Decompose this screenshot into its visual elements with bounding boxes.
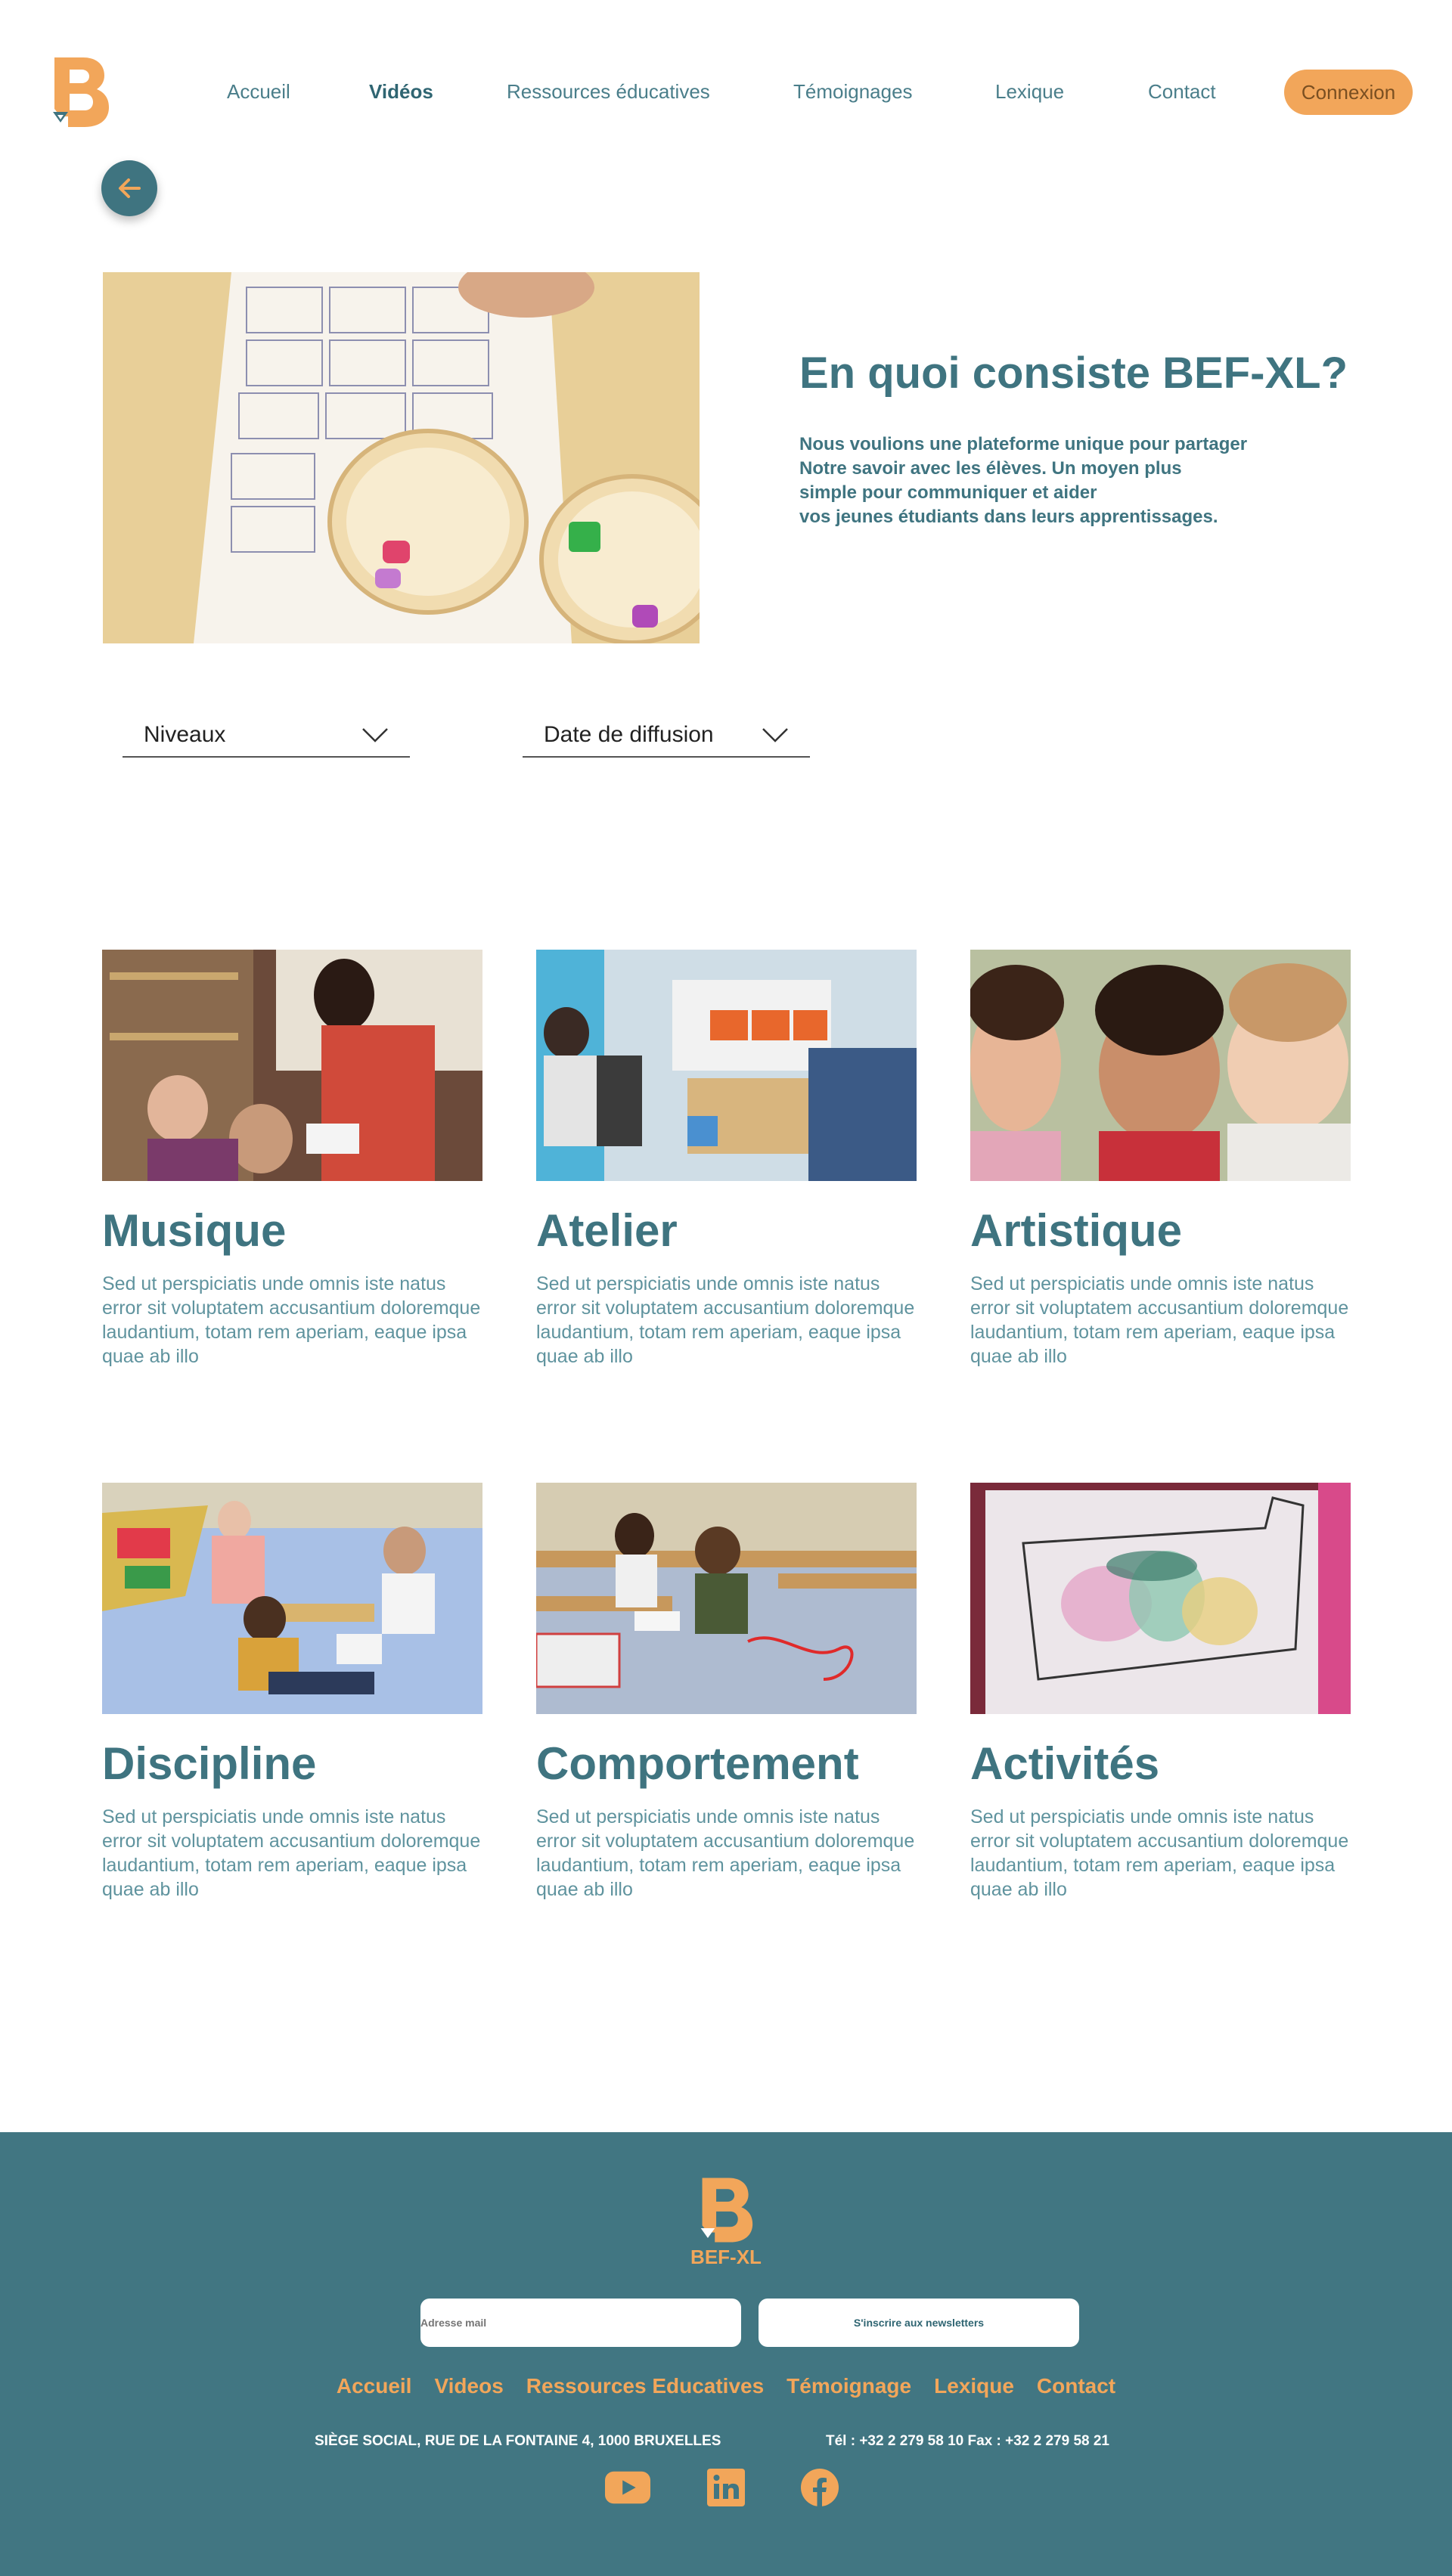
video-card-discipline[interactable]: Discipline Sed ut perspiciatis unde omni… (102, 1483, 482, 1902)
nav-item-ressources[interactable]: Ressources éducatives (507, 80, 710, 104)
linkedin-icon[interactable] (703, 2465, 749, 2510)
card-description: Sed ut perspiciatis unde omnis iste natu… (102, 1273, 481, 1367)
card-image[interactable] (102, 950, 482, 1181)
nav-item-temoignages[interactable]: Témoignages (793, 80, 913, 104)
footer-logo[interactable] (698, 2176, 754, 2244)
hero-title: En quoi consiste BEF-XL? (799, 349, 1348, 398)
video-card-activites[interactable]: Activités Sed ut perspiciatis unde omnis… (970, 1483, 1351, 1902)
video-card-atelier[interactable]: Atelier Sed ut perspiciatis unde omnis i… (536, 950, 917, 1369)
youtube-icon[interactable] (605, 2465, 650, 2510)
card-title[interactable]: Artistique (970, 1204, 1351, 1258)
footer-phone: Tél : +32 2 279 58 10 Fax : +32 2 279 58… (826, 2433, 1109, 2449)
card-image[interactable] (970, 1483, 1351, 1714)
newsletter-email-field[interactable] (420, 2299, 741, 2347)
chevron-down-icon (762, 728, 788, 742)
footer: BEF-XL S'inscrire aux newsletters Accuei… (0, 2132, 1452, 2576)
card-description: Sed ut perspiciatis unde omnis iste natu… (536, 1806, 915, 1900)
newsletter-subscribe-button[interactable]: S'inscrire aux newsletters (759, 2299, 1079, 2347)
filter-niveaux-label: Niveaux (144, 722, 226, 747)
card-image[interactable] (536, 1483, 917, 1714)
card-title[interactable]: Discipline (102, 1737, 482, 1791)
card-title[interactable]: Activités (970, 1737, 1351, 1791)
footer-link-ressources[interactable]: Ressources Educatives (526, 2374, 764, 2398)
footer-nav: Accueil Videos Ressources Educatives Tém… (0, 2374, 1452, 2398)
footer-link-accueil[interactable]: Accueil (337, 2374, 412, 2398)
footer-link-temoignage[interactable]: Témoignage (786, 2374, 911, 2398)
card-image[interactable] (536, 950, 917, 1181)
footer-link-contact[interactable]: Contact (1037, 2374, 1115, 2398)
chevron-down-icon (362, 728, 388, 742)
nav-item-contact[interactable]: Contact (1148, 80, 1216, 104)
card-title[interactable]: Musique (102, 1204, 482, 1258)
facebook-icon[interactable] (797, 2465, 842, 2510)
footer-brand-name: BEF-XL (690, 2246, 762, 2268)
login-button[interactable]: Connexion (1284, 70, 1413, 115)
card-title[interactable]: Comportement (536, 1737, 917, 1791)
footer-address: SIÈGE SOCIAL, RUE DE LA FONTAINE 4, 1000… (315, 2433, 721, 2449)
nav-item-videos[interactable]: Vidéos (369, 80, 433, 104)
video-card-artistique[interactable]: Artistique Sed ut perspiciatis unde omni… (970, 950, 1351, 1369)
nav-item-lexique[interactable]: Lexique (995, 80, 1064, 104)
footer-link-videos[interactable]: Videos (434, 2374, 503, 2398)
card-image[interactable] (970, 950, 1351, 1181)
hero-description: Nous voulions une plateforme unique pour… (799, 434, 1248, 527)
card-description: Sed ut perspiciatis unde omnis iste natu… (536, 1273, 915, 1367)
filter-date-diffusion[interactable]: Date de diffusion (523, 714, 810, 758)
video-card-comportement[interactable]: Comportement Sed ut perspiciatis unde om… (536, 1483, 917, 1902)
back-button[interactable] (101, 160, 157, 216)
card-image[interactable] (102, 1483, 482, 1714)
card-description: Sed ut perspiciatis unde omnis iste natu… (970, 1806, 1349, 1900)
video-card-musique[interactable]: Musique Sed ut perspiciatis unde omnis i… (102, 950, 482, 1369)
nav-item-accueil[interactable]: Accueil (227, 80, 290, 104)
footer-link-lexique[interactable]: Lexique (934, 2374, 1014, 2398)
main-nav: Accueil Vidéos Ressources éducatives Tém… (0, 70, 1452, 115)
filter-date-label: Date de diffusion (544, 722, 714, 747)
card-description: Sed ut perspiciatis unde omnis iste natu… (970, 1273, 1349, 1367)
filter-niveaux[interactable]: Niveaux (123, 714, 410, 758)
arrow-left-icon (119, 178, 141, 198)
card-title[interactable]: Atelier (536, 1204, 917, 1258)
hero-image (103, 272, 700, 643)
card-description: Sed ut perspiciatis unde omnis iste natu… (102, 1806, 481, 1900)
